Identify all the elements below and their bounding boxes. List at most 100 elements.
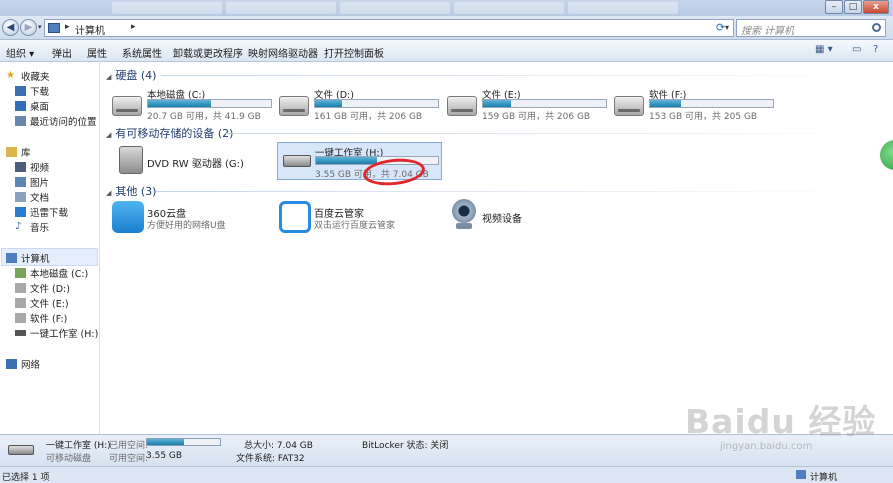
address-bar[interactable]: ▸ 计算机 ▸ ▾ <box>44 19 734 37</box>
group-title: 硬盘 (4) <box>115 69 157 82</box>
details-free-label: 可用空间: <box>109 454 149 464</box>
nav-label: 图片 <box>30 178 50 189</box>
minimize-button[interactable]: – <box>825 0 843 14</box>
group-divider <box>161 75 881 76</box>
search-icon[interactable] <box>872 23 881 32</box>
breadcrumb-computer[interactable]: 计算机 <box>75 22 105 37</box>
usb-drive-icon <box>8 445 34 455</box>
nav-videos[interactable]: 视频 <box>15 160 49 174</box>
nav-favorites[interactable]: ★ 收藏夹 <box>6 69 50 84</box>
nav-label: 桌面 <box>30 102 50 113</box>
nav-drive-d[interactable]: 文件 (D:) <box>15 281 70 295</box>
music-icon: ♪ <box>15 221 22 232</box>
drive-usage-fill <box>315 100 343 107</box>
drive-icon <box>447 96 477 116</box>
drive-usage-bar <box>649 99 774 108</box>
group-title: 有可移动存储的设备 (2) <box>115 127 234 140</box>
nav-drive-h[interactable]: 一键工作室 (H:) <box>15 326 98 340</box>
background-tab <box>226 2 336 14</box>
nav-computer[interactable]: 计算机 <box>6 251 50 265</box>
preview-pane-icon[interactable]: ▭ <box>852 44 861 55</box>
nav-label: 迅雷下载 <box>30 208 69 219</box>
usb-drive-icon <box>283 155 311 167</box>
pictures-icon <box>15 177 26 187</box>
documents-icon <box>15 192 26 202</box>
drive-free-space: 153 GB 可用，共 205 GB <box>649 112 758 122</box>
baidu-watermark-url: jingyan.baidu.com <box>720 441 813 452</box>
refresh-icon[interactable]: ⟳ <box>716 21 725 34</box>
search-input[interactable]: 搜索 计算机 <box>736 19 886 37</box>
maximize-button[interactable]: □ <box>844 0 862 14</box>
nav-label: 计算机 <box>21 254 50 265</box>
nav-label: 一键工作室 (H:) <box>30 329 99 340</box>
drive-icon <box>614 96 644 116</box>
nav-drive-f[interactable]: 软件 (F:) <box>15 311 67 325</box>
address-dropdown-icon[interactable]: ▾ <box>725 23 729 32</box>
nav-thunder-downloads[interactable]: 迅雷下载 <box>15 205 68 219</box>
nav-drive-e[interactable]: 文件 (E:) <box>15 296 69 310</box>
forward-button[interactable]: ▶ <box>20 19 37 36</box>
view-options-button[interactable]: ▦ ▾ <box>815 44 833 55</box>
drive-usage-fill <box>316 157 377 164</box>
group-header-hard-disks[interactable]: ◢ 硬盘 (4) <box>106 67 156 83</box>
nav-label: 视频 <box>30 163 50 174</box>
nav-downloads[interactable]: 下载 <box>15 84 49 98</box>
background-tab <box>112 2 222 14</box>
nav-label: 音乐 <box>30 223 50 234</box>
windows-drive-icon <box>112 96 142 116</box>
help-button[interactable]: ? <box>873 44 878 55</box>
webcam-icon <box>452 199 476 223</box>
back-button[interactable]: ◀ <box>2 19 19 36</box>
nav-desktop[interactable]: 桌面 <box>15 99 49 113</box>
group-header-removable[interactable]: ◢ 有可移动存储的设备 (2) <box>106 125 233 141</box>
computer-icon <box>6 253 17 263</box>
videos-icon <box>15 162 26 172</box>
uninstall-program-button[interactable]: 卸载或更改程序 <box>173 45 243 60</box>
drive-usage-bar <box>482 99 607 108</box>
dvd-drive-title: DVD RW 驱动器 (G:) <box>147 159 244 170</box>
map-network-drive-button[interactable]: 映射网络驱动器 <box>248 45 318 60</box>
nav-label: 下载 <box>30 87 50 98</box>
library-icon <box>6 147 17 157</box>
details-used-label: 已用空间: <box>109 441 149 451</box>
background-tab <box>568 2 678 14</box>
thunder-icon <box>15 207 26 217</box>
system-properties-button[interactable]: 系统属性 <box>122 45 162 60</box>
baidu-watermark: Baidu 经验 <box>685 402 877 441</box>
properties-button[interactable]: 属性 <box>87 45 107 60</box>
nav-music[interactable]: ♪ 音乐 <box>15 220 50 235</box>
breadcrumb-separator[interactable]: ▸ <box>131 22 136 32</box>
group-title: 其他 (3) <box>115 185 157 198</box>
nav-drive-c[interactable]: 本地磁盘 (C:) <box>15 266 88 280</box>
group-divider <box>226 133 881 134</box>
details-usage-fill <box>147 439 184 445</box>
details-file-system: 文件系统: FAT32 <box>236 454 305 464</box>
title-bar: – □ x <box>0 0 893 16</box>
nav-recent[interactable]: 最近访问的位置 <box>15 114 97 128</box>
recent-places-icon <box>15 116 26 126</box>
close-button[interactable]: x <box>863 0 889 14</box>
breadcrumb-separator[interactable]: ▸ <box>65 22 70 32</box>
recent-pages-dropdown[interactable]: ▾ <box>38 23 42 31</box>
details-total-size: 总大小: 7.04 GB <box>244 441 313 451</box>
group-header-other[interactable]: ◢ 其他 (3) <box>106 183 156 199</box>
background-tab <box>340 2 450 14</box>
eject-button[interactable]: 弹出 <box>52 45 72 60</box>
organize-button[interactable]: 组织 ▾ <box>6 45 34 60</box>
nav-libraries[interactable]: 库 <box>6 145 31 159</box>
drive-usage-bar <box>314 99 439 108</box>
open-control-panel-button[interactable]: 打开控制面板 <box>324 45 384 60</box>
webcam-stand-icon <box>456 223 472 229</box>
dvd-drive-icon <box>119 146 143 174</box>
desktop-icon <box>15 101 26 111</box>
usb-drive-icon <box>15 330 26 336</box>
drive-usage-fill <box>148 100 211 107</box>
drive-free-space: 161 GB 可用，共 206 GB <box>314 112 423 122</box>
nav-documents[interactable]: 文档 <box>15 190 49 204</box>
drive-icon <box>279 96 309 116</box>
nav-label: 库 <box>21 148 31 159</box>
nav-pictures[interactable]: 图片 <box>15 175 49 189</box>
network-icon <box>6 359 17 369</box>
nav-network[interactable]: 网络 <box>6 357 40 371</box>
status-location: 计算机 <box>810 473 838 483</box>
